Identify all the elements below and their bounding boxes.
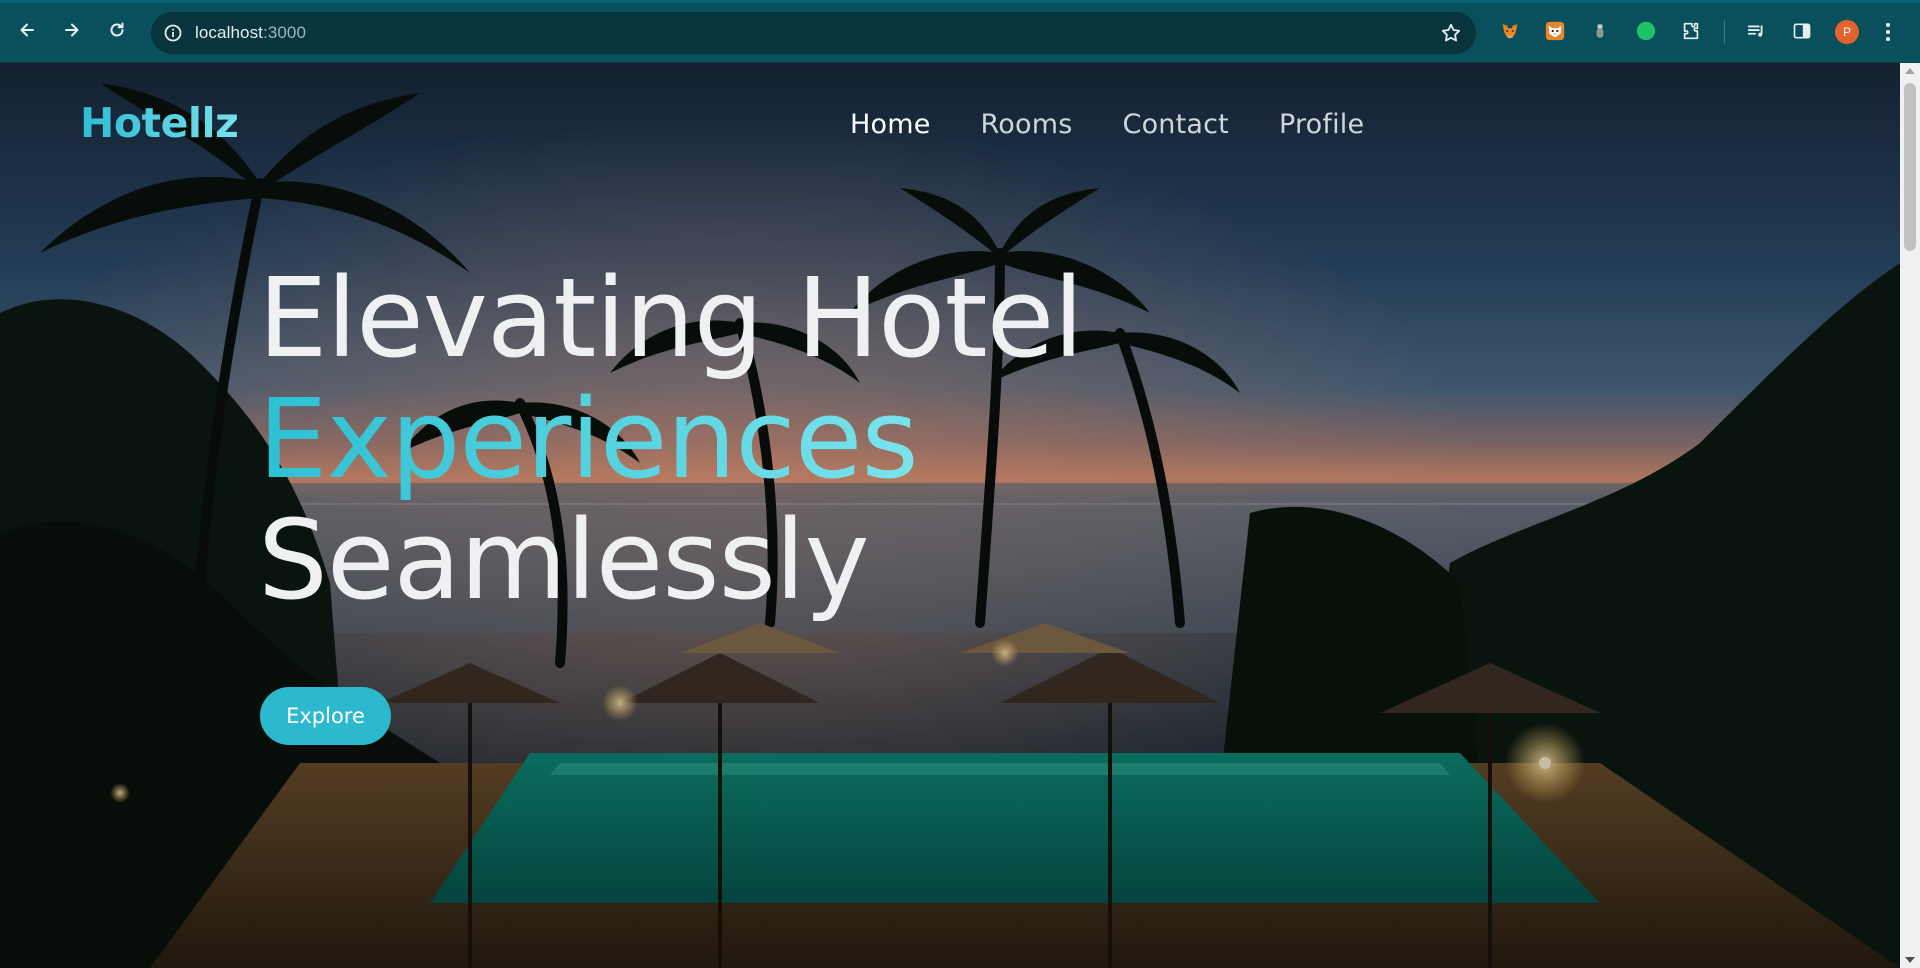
scroll-up-arrow-icon[interactable]	[1905, 68, 1915, 74]
profile-avatar[interactable]: P	[1835, 20, 1859, 44]
green-dot-extension-icon	[1636, 21, 1656, 41]
puzzle-extensions-icon	[1683, 22, 1699, 40]
site-info-icon[interactable]	[163, 23, 183, 43]
fox-extension[interactable]	[1543, 19, 1567, 43]
green-dot-extension[interactable]	[1634, 19, 1658, 43]
browser-toolbar: localhost:3000 P	[0, 0, 1920, 63]
side-panel-button[interactable]	[1790, 19, 1814, 43]
side-panel-icon	[1793, 23, 1811, 39]
nav-link-profile[interactable]: Profile	[1279, 109, 1364, 140]
kebab-menu-icon[interactable]	[1882, 20, 1894, 44]
scrollbar-thumb[interactable]	[1904, 83, 1916, 251]
bookmark-star-icon[interactable]	[1440, 22, 1462, 44]
metamask-fox-icon	[1501, 23, 1519, 39]
url-host: localhost	[195, 23, 263, 42]
fox-extension-icon	[1545, 21, 1565, 41]
back-button[interactable]	[13, 16, 41, 44]
media-queue-icon	[1747, 25, 1763, 37]
page-viewport: Hotellz Home Rooms Contact Profile Eleva…	[0, 63, 1920, 968]
explore-button[interactable]: Explore	[260, 687, 391, 745]
site-navigation: Home Rooms Contact Profile	[850, 109, 1364, 140]
headline-line-3: Seamlessly	[258, 496, 870, 624]
metamask-extension[interactable]	[1498, 19, 1522, 43]
back-arrow-icon	[20, 23, 34, 37]
hero-headline: Elevating Hotel Experiences Seamlessly	[258, 254, 1084, 624]
url-port: :3000	[263, 23, 307, 42]
grey-extension-icon	[1596, 24, 1604, 38]
nav-link-rooms[interactable]: Rooms	[981, 109, 1073, 140]
headline-line-1: Elevating Hotel	[258, 254, 1084, 382]
headline-line-2-accent: Experiences	[258, 379, 1083, 500]
site-logo[interactable]: Hotellz	[80, 99, 239, 147]
extensions-menu-button[interactable]	[1679, 19, 1703, 43]
toolbar-divider	[1724, 20, 1725, 44]
address-bar[interactable]: localhost:3000	[151, 12, 1476, 54]
nav-link-home[interactable]: Home	[850, 109, 931, 140]
forward-button[interactable]	[58, 16, 86, 44]
page-scrollbar[interactable]	[1900, 63, 1920, 968]
reload-button[interactable]	[103, 16, 131, 44]
scroll-down-arrow-icon[interactable]	[1905, 957, 1915, 963]
tab-strip-edge	[0, 0, 1920, 3]
grey-extension[interactable]	[1588, 19, 1612, 43]
url-text[interactable]: localhost:3000	[195, 23, 306, 43]
reload-icon	[110, 22, 124, 37]
forward-arrow-icon	[65, 23, 79, 37]
nav-link-contact[interactable]: Contact	[1123, 109, 1229, 140]
media-control-button[interactable]	[1745, 19, 1769, 43]
